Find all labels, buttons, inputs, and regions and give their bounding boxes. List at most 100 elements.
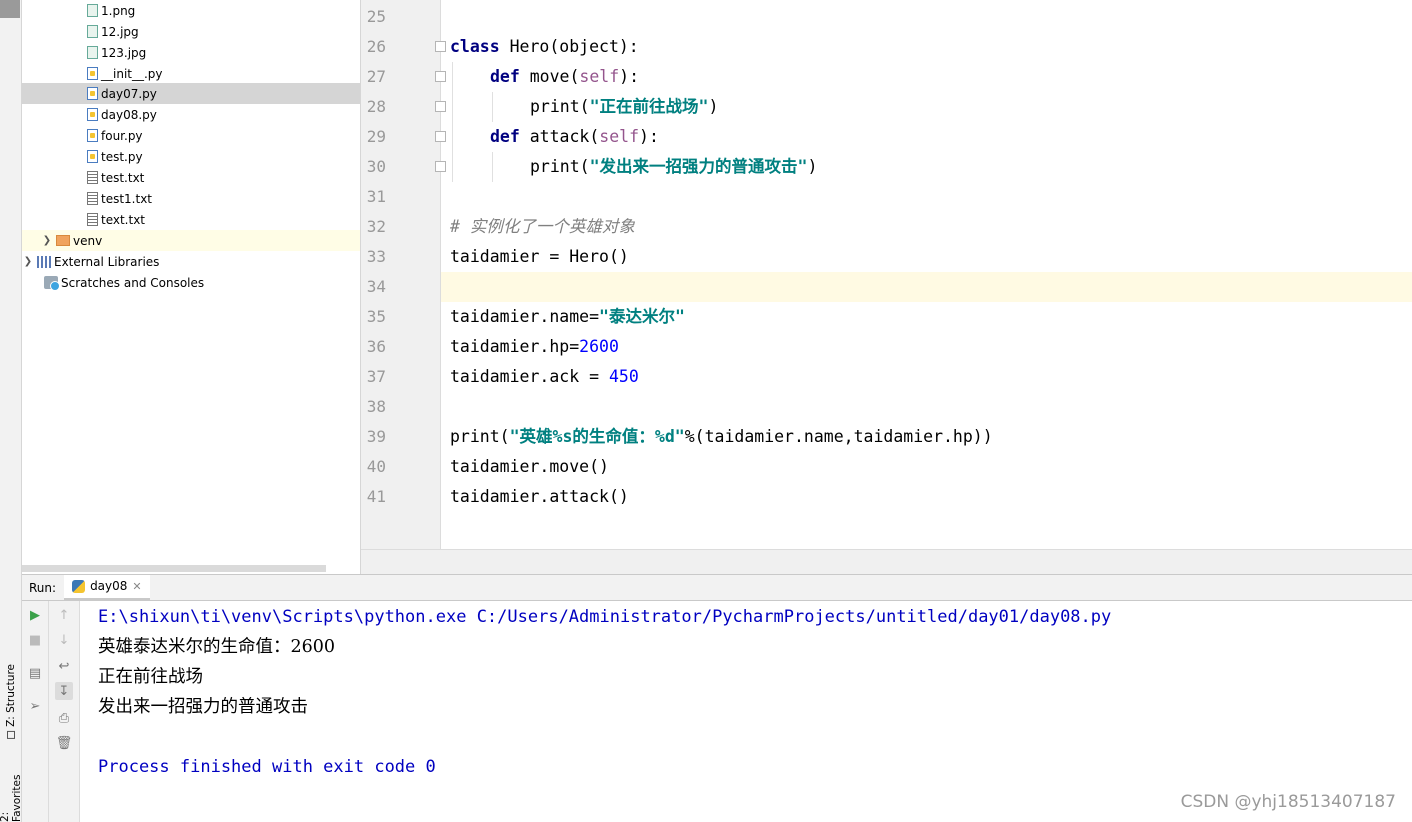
tree-item[interactable]: four.py: [22, 125, 360, 146]
editor-gutter: 25 26 27 28 29 30 31 32 33 34 35 36 37 3…: [361, 0, 446, 549]
print-icon[interactable]: ⎙: [55, 709, 73, 727]
soft-wrap-icon[interactable]: ↩: [55, 657, 73, 675]
run-toolbar-primary: ▶ ■ ▤ ➢: [22, 601, 49, 822]
arrow-down-icon[interactable]: ↓: [55, 631, 73, 649]
run-toolbar-secondary: ↑ ↓ ↩ ↧ ⎙ 🗑: [49, 601, 80, 822]
string-token: "正在前往战场": [589, 97, 709, 116]
editor-horizontal-scrollbar[interactable]: [361, 549, 1412, 574]
tree-item[interactable]: test1.txt: [22, 188, 360, 209]
tree-item-label: venv: [73, 233, 103, 248]
code-token: taidamier.ack =: [450, 367, 609, 386]
arrow-up-icon[interactable]: ↑: [55, 606, 73, 624]
line-number: 38: [366, 397, 386, 416]
fold-marker-icon[interactable]: [435, 101, 446, 112]
line-number: 30: [366, 157, 386, 176]
indent-guide: [452, 62, 453, 182]
self-token: self: [599, 127, 640, 146]
line-number: 36: [366, 337, 386, 356]
code-line-41: taidamier.attack(): [450, 482, 629, 512]
code-line-39: print("英雄%s的生命值：%d"%(taidamier.name,taid…: [450, 422, 993, 452]
structure-icon: [7, 730, 15, 739]
fold-marker-icon[interactable]: [435, 71, 446, 82]
code-line-26: class Hero(object):: [450, 32, 639, 62]
run-tab-day08[interactable]: day08 ✕: [64, 574, 150, 601]
tree-item-external-libraries[interactable]: ❯ External Libraries: [22, 251, 360, 272]
string-token: "发出来一招强力的普通攻击": [589, 157, 808, 176]
pin-icon[interactable]: ➢: [26, 697, 44, 715]
fold-marker-icon[interactable]: [435, 41, 446, 52]
line-number: 29: [366, 127, 386, 146]
fold-marker-icon[interactable]: [435, 161, 446, 172]
close-icon[interactable]: ✕: [132, 580, 141, 593]
comment-token: # 实例化了一个英雄对象: [450, 217, 635, 236]
tree-item-label: __init__.py: [101, 66, 163, 81]
code-line-29: def attack(self):: [490, 122, 659, 152]
text-file-icon: [87, 213, 98, 226]
keyword-token: def: [490, 67, 520, 86]
tree-item[interactable]: __init__.py: [22, 63, 360, 84]
line-number: 28: [366, 97, 386, 116]
tree-item[interactable]: 123.jpg: [22, 42, 360, 63]
layout-icon[interactable]: ▤: [26, 664, 44, 682]
code-line-30: print("发出来一招强力的普通攻击"): [530, 152, 817, 182]
code-line-27: def move(self):: [490, 62, 639, 92]
chevron-right-icon[interactable]: ❯: [42, 235, 52, 246]
tree-item[interactable]: test.py: [22, 146, 360, 167]
rerun-play-icon[interactable]: ▶: [26, 606, 44, 624]
code-token: taidamier.hp=: [450, 337, 580, 356]
tree-item-label: text.txt: [101, 212, 146, 227]
line-number: 40: [366, 457, 386, 476]
code-token: print(: [450, 427, 510, 446]
tree-item[interactable]: 1.png: [22, 0, 360, 21]
run-tab-label: day08: [90, 579, 128, 593]
code-editor[interactable]: 25 26 27 28 29 30 31 32 33 34 35 36 37 3…: [361, 0, 1412, 574]
line-number: 27: [366, 67, 386, 86]
image-file-icon: [87, 46, 98, 59]
project-horizontal-scrollbar[interactable]: [22, 565, 326, 572]
console-output-line: 英雄泰达米尔的生命值：2600: [98, 637, 336, 657]
run-console[interactable]: E:\shixun\ti\venv\Scripts\python.exe C:/…: [80, 601, 1412, 822]
line-number: 34: [366, 277, 386, 296]
code-token: taidamier.name=: [450, 307, 600, 326]
indent-guide: [492, 152, 493, 182]
structure-tool-tab[interactable]: Z: Structure: [2, 664, 20, 739]
indent-guide: [492, 92, 493, 122]
stop-icon[interactable]: ■: [26, 631, 44, 649]
code-line-28: print("正在前往战场"): [530, 92, 718, 122]
run-panel-header: Run: day08 ✕: [22, 574, 1412, 601]
string-token: "泰达米尔": [599, 307, 685, 326]
trash-icon[interactable]: 🗑: [55, 734, 73, 752]
line-number: 41: [366, 487, 386, 506]
project-tool-tab[interactable]: [0, 0, 20, 18]
python-file-icon: [87, 129, 98, 142]
tree-item[interactable]: day08.py: [22, 104, 360, 125]
code-token: taidamier.move(): [450, 457, 609, 476]
tree-item-label: 12.jpg: [101, 24, 139, 39]
code-token: %(taidamier.name,taidamier.hp)): [684, 427, 993, 446]
line-number: 32: [366, 217, 386, 236]
python-file-icon: [87, 150, 98, 163]
tree-item[interactable]: test.txt: [22, 167, 360, 188]
tree-item[interactable]: 12.jpg: [22, 21, 360, 42]
scratch-icon: [44, 276, 60, 291]
chevron-right-icon[interactable]: ❯: [23, 256, 33, 267]
tree-item-scratches[interactable]: Scratches and Consoles: [22, 272, 360, 293]
tree-item[interactable]: text.txt: [22, 209, 360, 230]
structure-tab-label: Z: Structure: [5, 664, 17, 727]
tree-item-selected[interactable]: day07.py: [22, 83, 360, 104]
code-token: ): [708, 97, 719, 116]
scroll-to-end-icon[interactable]: ↧: [55, 682, 73, 700]
favorites-tool-tab[interactable]: 2: Favorites: [0, 765, 23, 822]
project-tree-panel: 1.png 12.jpg 123.jpg __init__.py day07.p…: [22, 0, 361, 574]
fold-marker-icon[interactable]: [435, 131, 446, 142]
line-number: 37: [366, 367, 386, 386]
python-file-icon: [87, 67, 98, 80]
text-file-icon: [87, 171, 98, 184]
tree-folder-venv[interactable]: ❯ venv: [22, 230, 360, 251]
code-line-32: # 实例化了一个英雄对象: [450, 212, 635, 242]
left-tool-strip: Z: Structure 2: Favorites: [0, 0, 23, 822]
console-exit-status: Process finished with exit code 0: [98, 757, 436, 777]
python-file-icon: [87, 108, 98, 121]
code-line-40: taidamier.move(): [450, 452, 609, 482]
line-number: 31: [366, 187, 386, 206]
